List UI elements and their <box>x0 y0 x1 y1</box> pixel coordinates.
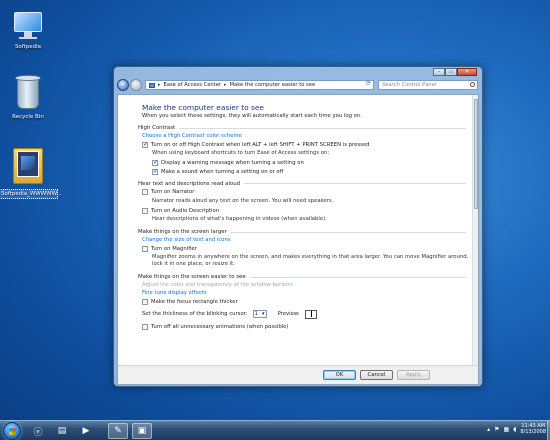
cursor-preview <box>304 309 317 319</box>
focus-rectangle-checkbox[interactable]: Make the focus rectangle thicker <box>142 298 474 305</box>
checkbox-unchecked[interactable] <box>142 189 148 195</box>
checkbox-unchecked[interactable] <box>142 207 148 214</box>
checkbox-label: Turn on Magnifier <box>151 245 197 252</box>
checkbox-unchecked[interactable] <box>142 298 148 305</box>
close-button[interactable]: ✕ <box>457 68 477 76</box>
breadcrumb-item[interactable]: Make the computer easier to see <box>230 82 316 88</box>
desktop-icon-label: Softpedia_WWWWW... <box>0 189 62 199</box>
checkbox-label: Turn on Audio Description <box>151 207 220 214</box>
section-heading-high-contrast: High Contrast <box>138 125 474 131</box>
search-input[interactable]: Search Control Panel <box>378 80 478 90</box>
checkbox-unchecked[interactable] <box>142 245 148 252</box>
ok-button[interactable]: OK <box>323 370 356 380</box>
desktop-icon-label: Softpedia <box>14 44 42 50</box>
content-pane: Make the computer easier to see When you… <box>117 94 479 385</box>
desktop-icon-folder[interactable]: Softpedia_WWWWW... <box>0 144 62 199</box>
settings-area: Make the computer easier to see When you… <box>118 95 474 366</box>
audio-description-text: Hear descriptions of what's happening in… <box>152 216 327 222</box>
checkbox-checked[interactable] <box>142 141 148 148</box>
search-placeholder: Search Control Panel <box>382 82 437 88</box>
section-heading-label: Make things on the screen easier to see <box>138 274 246 280</box>
flag-icon[interactable]: ⚑ <box>494 426 499 433</box>
taskbar: ⓔ ▤ ▶ ✎ ▣ ▴ ⚑ ▦ ◖ 11:43 AM 8/13/2008 <box>0 420 550 440</box>
section-heading-label: Hear text and descriptions read aloud <box>138 180 241 187</box>
internet-explorer-icon[interactable]: ⓔ <box>28 423 48 439</box>
show-hidden-icons-icon[interactable]: ▴ <box>487 426 490 433</box>
chevron-right-icon[interactable]: ▸ <box>224 82 227 88</box>
computer-icon <box>10 10 46 40</box>
narrator-description: Narrator reads aloud any text on the scr… <box>152 197 334 204</box>
magnifier-checkbox[interactable]: Turn on Magnifier <box>142 245 474 252</box>
chevron-right-icon[interactable]: ▸ <box>158 82 161 88</box>
desktop-icon-softpedia[interactable]: Softpedia <box>0 10 58 51</box>
section-heading-hear-text: Hear text and descriptions read aloud <box>138 181 474 187</box>
magnifier-description: Magnifier zooms in anywhere on the scree… <box>152 254 469 267</box>
start-button[interactable] <box>3 422 21 440</box>
chevron-down-icon: ▾ <box>262 311 265 317</box>
preview-label: Preview: <box>277 311 300 317</box>
volume-icon[interactable]: ◖ <box>513 426 516 433</box>
cancel-button[interactable]: Cancel <box>360 370 393 380</box>
breadcrumb-item[interactable]: Ease of Access Center <box>164 82 222 88</box>
checkbox-label: Turn on Narrator <box>151 189 195 195</box>
cursor-thickness-row: Set the thickness of the blinking cursor… <box>142 309 474 319</box>
folder-icon <box>11 144 45 186</box>
checkbox-checked[interactable] <box>152 168 158 175</box>
sound-checkbox[interactable]: Make a sound when turning a setting on o… <box>152 168 474 175</box>
taskbar-app-control-panel[interactable]: ▣ <box>132 423 152 439</box>
taskbar-app-ease-of-access[interactable]: ✎ <box>108 423 128 439</box>
scrollbar-thumb[interactable] <box>474 99 478 209</box>
desktop-icon-recycle-bin[interactable]: Recycle Bin <box>0 74 58 121</box>
clock-date: 8/13/2008 <box>520 429 546 435</box>
recycle-bin-icon <box>14 74 42 110</box>
animations-checkbox[interactable]: Turn off all unnecessary animations (whe… <box>142 323 474 330</box>
section-heading-label: High Contrast <box>138 125 176 131</box>
back-button[interactable]: ‹ <box>117 79 129 91</box>
checkbox-checked[interactable] <box>152 159 158 166</box>
narrator-checkbox[interactable]: Turn on Narrator <box>142 189 474 195</box>
section-heading-easier: Make things on the screen easier to see <box>138 274 474 280</box>
display-effects-link[interactable]: Fine tune display effects <box>142 290 474 296</box>
ease-of-access-window: – ▭ ✕ ‹ › ▸ Ease of Access Center ▸ Make… <box>113 66 483 387</box>
audio-description-checkbox[interactable]: Turn on Audio Description <box>142 207 474 214</box>
checkbox-label: Turn on or off High Contrast when left A… <box>151 141 370 148</box>
window-border-link: Adjust the color and transparency of the… <box>142 282 293 288</box>
desktop-icon-label: Recycle Bin <box>12 114 44 120</box>
apply-button: Apply <box>397 370 430 380</box>
cursor-thickness-value: 1 <box>254 311 258 317</box>
system-tray: ▴ ⚑ ▦ ◖ 11:43 AM 8/13/2008 <box>487 423 546 435</box>
clock[interactable]: 11:43 AM 8/13/2008 <box>520 423 546 435</box>
dialog-button-bar: OK Cancel Apply <box>118 365 478 384</box>
refresh-icon[interactable]: ⟳ <box>366 80 371 87</box>
checkbox-label: Make the focus rectangle thicker <box>151 298 238 305</box>
title-bar[interactable]: – ▭ ✕ <box>114 67 482 79</box>
warning-message-checkbox[interactable]: Display a warning message when turning a… <box>152 159 474 166</box>
checkbox-label: Turn off all unnecessary animations (whe… <box>151 323 289 330</box>
high-contrast-toggle-checkbox[interactable]: Turn on or off High Contrast when left A… <box>142 141 474 148</box>
high-contrast-scheme-link[interactable]: Choose a High Contrast color scheme <box>142 133 474 139</box>
media-player-icon[interactable]: ▶ <box>76 423 96 439</box>
address-bar: ‹ › ▸ Ease of Access Center ▸ Make the c… <box>114 79 482 92</box>
page-title: Make the computer easier to see <box>142 103 264 112</box>
checkbox-label: Make a sound when turning a setting on o… <box>161 168 284 175</box>
control-panel-icon <box>149 82 155 88</box>
cursor-thickness-label: Set the thickness of the blinking cursor… <box>142 311 248 317</box>
section-heading-label: Make things on the screen larger <box>138 229 227 235</box>
forward-button[interactable]: › <box>130 79 142 91</box>
shortcut-options-label: When using keyboard shortcuts to turn Ea… <box>152 150 330 156</box>
network-icon[interactable]: ▦ <box>504 426 510 433</box>
checkbox-label: Display a warning message when turning a… <box>161 160 304 166</box>
page-description: When you select these settings, they wil… <box>142 113 362 119</box>
vertical-scrollbar[interactable] <box>472 95 478 366</box>
search-icon[interactable] <box>470 82 475 87</box>
breadcrumb[interactable]: ▸ Ease of Access Center ▸ Make the compu… <box>145 80 374 90</box>
cursor-thickness-select[interactable]: 1 ▾ <box>252 310 267 318</box>
minimize-button[interactable]: – <box>433 68 445 76</box>
section-heading-larger: Make things on the screen larger <box>138 229 474 235</box>
maximize-button[interactable]: ▭ <box>445 68 457 76</box>
text-size-link[interactable]: Change the size of text and icons <box>142 237 474 243</box>
explorer-folder-icon[interactable]: ▤ <box>52 423 72 439</box>
checkbox-unchecked[interactable] <box>142 323 148 330</box>
